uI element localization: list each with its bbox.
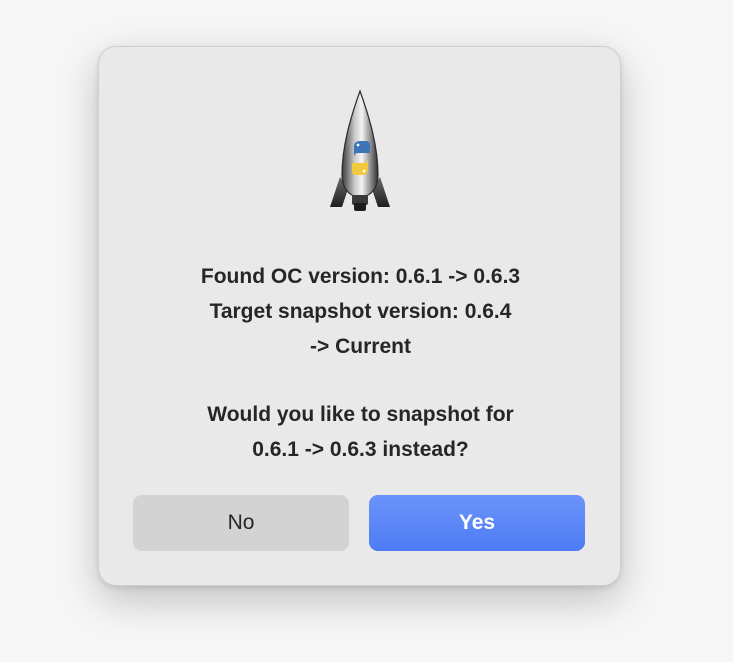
message-line: Found OC version: 0.6.1 -> 0.6.3: [200, 265, 521, 288]
status-message: Found OC version: 0.6.1 -> 0.6.3 Target …: [129, 259, 592, 364]
question-message: Would you like to snapshot for 0.6.1 -> …: [129, 397, 592, 467]
question-line: Would you like to snapshot for: [207, 403, 514, 426]
yes-button[interactable]: Yes: [369, 495, 585, 551]
question-line: 0.6.1 -> 0.6.3 instead?: [252, 438, 469, 461]
alert-dialog: Found OC version: 0.6.1 -> 0.6.3 Target …: [98, 46, 621, 586]
screen-background: Found OC version: 0.6.1 -> 0.6.3 Target …: [0, 0, 733, 662]
message-line: Target snapshot version: 0.6.4: [209, 300, 512, 323]
message-line: -> Current: [310, 335, 411, 358]
python-rocket-icon: [330, 89, 390, 211]
no-button[interactable]: No: [133, 495, 349, 551]
